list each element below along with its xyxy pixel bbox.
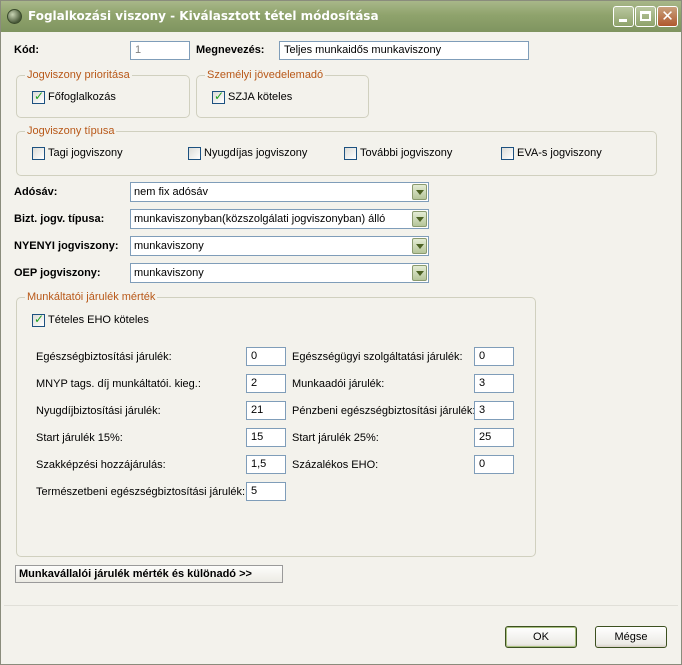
checkbox-checked-icon: ✓ [214,89,225,103]
termeszetbeni-field[interactable]: 5 [246,482,286,501]
adosav-label: Adósáv: [14,186,58,198]
chevron-down-icon [416,271,424,276]
kod-label: Kód: [14,44,40,56]
title-bar[interactable]: Foglalkozási viszony - Kiválasztott téte… [1,1,681,32]
checkbox-box [501,147,514,160]
szakkepzesi-field[interactable]: 1,5 [246,455,286,474]
munkaadoi-label: Munkaadói járulék: [292,378,385,390]
start-25-label: Start járulék 25%: [292,432,379,444]
tovabbi-jogviszony-label: További jogviszony [360,147,453,159]
button-bar-separator [4,605,678,606]
mnyp-field[interactable]: 2 [246,374,286,393]
minimize-icon [619,19,627,22]
fofoglalkozas-label: Főfoglalkozás [48,91,116,103]
megnevezes-field[interactable]: Teljes munkaidős munkaviszony [279,41,529,60]
chevron-down-icon [416,217,424,222]
checkbox-box: ✓ [32,89,45,104]
penzbeni-field[interactable]: 3 [474,401,514,420]
munkavallaloi-jarulek-button[interactable]: Munkavállalói járulék mérték és különadó… [15,565,283,583]
szakkepzesi-label: Szakképzési hozzájárulás: [36,459,166,471]
egeszsegbiztositasi-label: Egészségbiztosítási járulék: [36,351,172,363]
oep-dropdown-button[interactable] [412,265,427,281]
checkbox-checked-icon: ✓ [34,89,45,103]
kod-field[interactable]: 1 [130,41,190,60]
nyenyi-dropdown-button[interactable] [412,238,427,254]
megnevezes-label: Megnevezés: [196,44,265,56]
ok-button[interactable]: OK [505,626,577,648]
prioritas-group: Jogviszony prioritása ✓ Főfoglalkozás [16,69,190,118]
close-button[interactable]: ✕ [657,6,678,27]
checkbox-box [344,147,357,160]
bizt-jogv-label: Bizt. jogv. típusa: [14,213,105,225]
bizt-jogv-value: munkaviszonyban(közszolgálati jogviszony… [134,213,386,225]
checkbox-checked-icon: ✓ [34,312,45,326]
egeszsegugyi-szolg-label: Egészségügyi szolgáltatási járulék: [292,351,463,363]
jovedelemado-group: Személyi jövedelemadó ✓ SZJA köteles [196,69,369,118]
checkbox-box: ✓ [32,312,45,327]
maximize-icon [640,11,651,21]
szazalekos-eho-label: Százalékos EHO: [292,459,379,471]
prioritas-group-title: Jogviszony prioritása [25,69,132,82]
adosav-select[interactable]: nem fix adósáv [130,182,429,202]
adosav-dropdown-button[interactable] [412,184,427,200]
oep-value: munkaviszony [134,267,204,279]
tagi-jogviszony-label: Tagi jogviszony [48,147,123,159]
munkaltatoi-group: Munkáltatói járulék mérték ✓ Tételes EHO… [16,291,536,557]
oep-label: OEP jogviszony: [14,267,101,279]
app-icon [7,9,22,24]
start-15-label: Start járulék 15%: [36,432,123,444]
penzbeni-label: Pénzbeni egészségbiztosítási járulék: [292,405,476,417]
close-icon: ✕ [661,7,674,25]
oep-select[interactable]: munkaviszony [130,263,429,283]
termeszetbeni-label: Természetbeni egészségbiztosítási járulé… [36,486,246,498]
checkbox-box [188,147,201,160]
maximize-button[interactable] [635,6,656,27]
jovedelemado-group-title: Személyi jövedelemadó [205,69,326,82]
bizt-jogv-dropdown-button[interactable] [412,211,427,227]
cancel-button[interactable]: Mégse [595,626,667,648]
nyenyi-value: munkaviszony [134,240,204,252]
start-15-field[interactable]: 15 [246,428,286,447]
window-title: Foglalkozási viszony - Kiválasztott téte… [28,9,379,23]
dialog-window: Foglalkozási viszony - Kiválasztott téte… [0,0,682,665]
tipus-group: Jogviszony típusa Tagi jogviszony Nyugdí… [16,125,657,176]
adosav-value: nem fix adósáv [134,186,208,198]
nyugdijbiztositasi-field[interactable]: 21 [246,401,286,420]
start-25-field[interactable]: 25 [474,428,514,447]
mnyp-label: MNYP tags. díj munkáltatói. kieg.: [36,378,201,390]
checkbox-box: ✓ [212,89,225,104]
minimize-button[interactable] [613,6,634,27]
eva-jogviszony-label: EVA-s jogviszony [517,147,602,159]
munkaltatoi-group-title: Munkáltatói járulék mérték [25,291,158,304]
egeszsegbiztositasi-field[interactable]: 0 [246,347,286,366]
nyugdijas-jogviszony-label: Nyugdíjas jogviszony [204,147,308,159]
szazalekos-eho-field[interactable]: 0 [474,455,514,474]
chevron-down-icon [416,244,424,249]
dialog-body: Kód: 1 Megnevezés: Teljes munkaidős munk… [4,32,678,662]
bizt-jogv-select[interactable]: munkaviszonyban(közszolgálati jogviszony… [130,209,429,229]
szja-label: SZJA köteles [228,91,293,103]
checkbox-box [32,147,45,160]
tipus-group-title: Jogviszony típusa [25,125,117,138]
nyenyi-label: NYENYI jogviszony: [14,240,119,252]
nyugdijbiztositasi-label: Nyugdíjbiztosítási járulék: [36,405,161,417]
egeszsegugyi-szolg-field[interactable]: 0 [474,347,514,366]
teteles-eho-label: Tételes EHO köteles [48,314,149,326]
nyenyi-select[interactable]: munkaviszony [130,236,429,256]
munkaadoi-field[interactable]: 3 [474,374,514,393]
chevron-down-icon [416,190,424,195]
